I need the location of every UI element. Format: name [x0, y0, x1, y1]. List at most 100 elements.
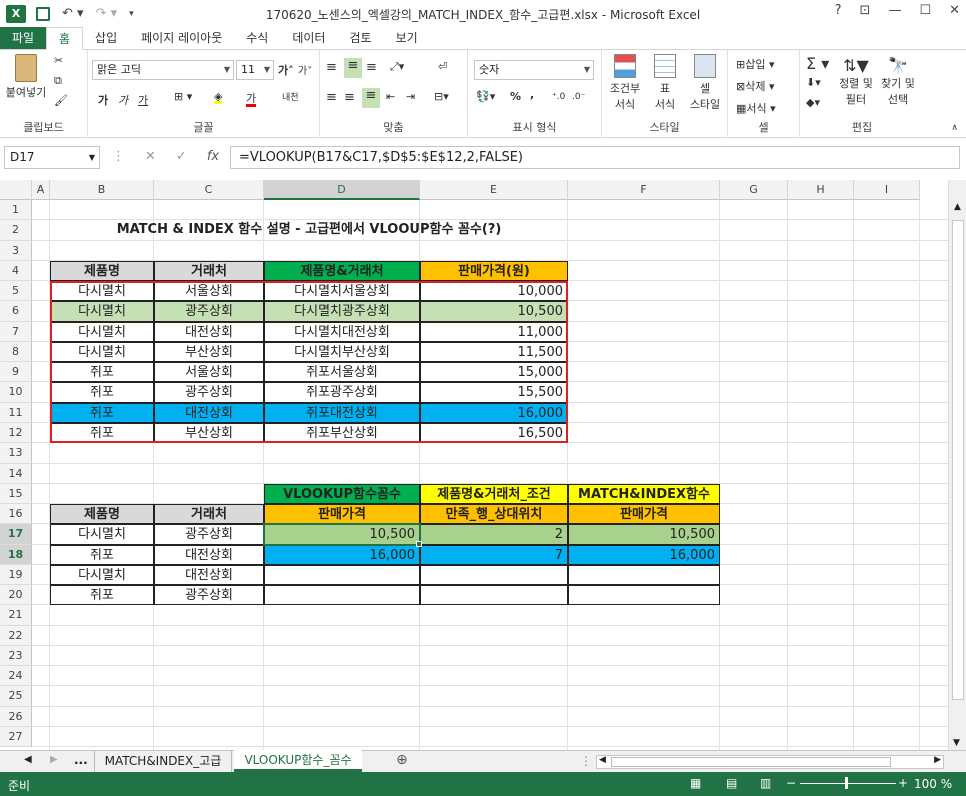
italic-button[interactable]: 가: [118, 92, 128, 108]
hscroll-thumb[interactable]: [611, 757, 891, 767]
fill-handle[interactable]: [416, 540, 422, 547]
ribbon-display-icon[interactable]: ⊡: [860, 3, 871, 18]
table1-cell[interactable]: 쥐포: [50, 422, 154, 444]
page-layout-view-icon[interactable]: ▤: [726, 776, 737, 790]
table2-header[interactable]: 판매가격: [264, 504, 420, 525]
accounting-icon[interactable]: 💱▾: [476, 90, 495, 103]
tab-data[interactable]: 데이터: [280, 27, 337, 49]
row-header-24[interactable]: 24: [0, 666, 32, 687]
font-size-combo[interactable]: 11 ▼: [236, 60, 274, 80]
name-box[interactable]: D17 ▼: [4, 146, 100, 169]
table2-cell[interactable]: 쥐포: [50, 585, 154, 606]
table1-cell[interactable]: 쥐포: [50, 382, 154, 403]
table2-cell[interactable]: 광주상회: [154, 585, 264, 606]
table2-cell[interactable]: [568, 564, 720, 586]
zoom-slider-thumb[interactable]: [845, 777, 848, 789]
minimize-button[interactable]: —: [888, 3, 901, 18]
table2-header[interactable]: 만족_행_상대위치: [420, 504, 568, 525]
help-button[interactable]: ?: [835, 3, 842, 18]
table1-cell[interactable]: 쥐포광주상회: [264, 382, 420, 403]
underline-button[interactable]: 가: [138, 92, 148, 108]
table1-cell[interactable]: 쥐포부산상회: [264, 422, 420, 444]
autosum-icon[interactable]: Σ ▾: [806, 54, 829, 73]
format-painter-icon[interactable]: 🖌: [54, 94, 68, 107]
tab-page-layout[interactable]: 페이지 레이아웃: [129, 27, 234, 49]
table1-cell[interactable]: 쥐포서울상회: [264, 362, 420, 383]
delete-cells-button[interactable]: ⊠삭제 ▾: [736, 78, 775, 94]
table2-header[interactable]: 제품명: [50, 504, 154, 525]
table2-cell[interactable]: 다시멸치: [50, 564, 154, 586]
tab-insert[interactable]: 삽입: [83, 27, 129, 49]
column-header-b[interactable]: B: [50, 180, 154, 200]
select-all-corner[interactable]: [0, 180, 32, 200]
font-color-icon[interactable]: 가: [246, 90, 257, 107]
column-header-f[interactable]: F: [568, 180, 720, 200]
table2-cell[interactable]: 대전상회: [154, 544, 264, 565]
table1-header[interactable]: 판매가격(원): [420, 260, 568, 282]
normal-view-icon[interactable]: ▦: [690, 776, 701, 790]
table2-header[interactable]: 거래처: [154, 504, 264, 525]
table1-cell[interactable]: 11,000: [420, 321, 568, 342]
table2-cell[interactable]: 16,000: [264, 544, 420, 565]
wrap-text-icon[interactable]: ⏎: [438, 60, 447, 73]
tab-view[interactable]: 보기: [384, 27, 430, 49]
table1-cell[interactable]: 다시멸치대전상회: [264, 321, 420, 342]
zoom-level[interactable]: 100 %: [914, 777, 952, 791]
table1-cell[interactable]: 쥐포: [50, 402, 154, 423]
row-header-8[interactable]: 8: [0, 341, 32, 363]
tab-home[interactable]: 홈: [46, 27, 84, 50]
table2-top-header[interactable]: 제품명&거래처_조건: [420, 483, 568, 505]
worksheet-grid[interactable]: ABCDEFGHI 1 2 3 4 5 6 7 8 9 10 11 12 13 14 15 16 17 18 19 2…: [0, 180, 948, 750]
row-header-15[interactable]: 15: [0, 483, 32, 505]
table2-top-header[interactable]: VLOOKUP함수꼼수: [264, 483, 420, 505]
conditional-format-button[interactable]: 조건부 서식: [606, 54, 644, 112]
table1-cell[interactable]: 16,000: [420, 402, 568, 423]
row-header-2[interactable]: 2: [0, 220, 32, 241]
column-header-a[interactable]: A: [32, 180, 50, 200]
undo-icon[interactable]: ↶ ▾: [62, 6, 84, 21]
align-top-icon[interactable]: ≡: [326, 60, 337, 75]
scroll-right-icon[interactable]: ▶: [934, 755, 941, 765]
increase-indent-icon[interactable]: ⇥: [406, 90, 415, 103]
add-sheet-icon[interactable]: ⊕: [396, 752, 408, 768]
row-header-12[interactable]: 12: [0, 422, 32, 444]
table2-cell[interactable]: 대전상회: [154, 564, 264, 586]
zoom-out-icon[interactable]: −: [786, 776, 796, 790]
comma-button[interactable]: ,: [530, 88, 534, 101]
scroll-down-icon[interactable]: ▼: [953, 738, 960, 748]
table1-header[interactable]: 거래처: [154, 260, 264, 282]
percent-button[interactable]: %: [510, 90, 521, 103]
table2-cell[interactable]: 2: [420, 524, 568, 545]
table2-cell[interactable]: 16,000: [568, 544, 720, 565]
table1-cell[interactable]: 서울상회: [154, 281, 264, 302]
number-format-combo[interactable]: 숫자 ▼: [474, 60, 594, 80]
shrink-font-button[interactable]: 가˅: [298, 62, 312, 77]
table1-header[interactable]: 제품명: [50, 260, 154, 282]
table1-cell[interactable]: 부산상회: [154, 341, 264, 363]
column-header-c[interactable]: C: [154, 180, 264, 200]
row-header-23[interactable]: 23: [0, 645, 32, 667]
table2-top-header[interactable]: MATCH&INDEX함수: [568, 483, 720, 505]
table1-cell[interactable]: 광주상회: [154, 301, 264, 322]
table2-header[interactable]: 판매가격: [568, 504, 720, 525]
row-header-20[interactable]: 20: [0, 585, 32, 606]
tab-file[interactable]: 파일: [0, 27, 46, 49]
grow-font-button[interactable]: 가˄: [278, 62, 294, 78]
tab-review[interactable]: 검토: [337, 27, 383, 49]
cell-styles-button[interactable]: 셀 스타일: [686, 54, 724, 112]
scroll-up-icon[interactable]: ▲: [949, 202, 966, 212]
row-header-10[interactable]: 10: [0, 382, 32, 403]
table1-cell[interactable]: 15,000: [420, 362, 568, 383]
table2-cell[interactable]: [420, 585, 568, 606]
row-header-3[interactable]: 3: [0, 240, 32, 261]
sheet-tab-match-index[interactable]: MATCH&INDEX_고급: [94, 751, 232, 773]
column-header-e[interactable]: E: [420, 180, 568, 200]
formula-input[interactable]: =VLOOKUP(B17&C17,$D$5:$E$12,2,FALSE): [230, 146, 960, 169]
align-right-icon[interactable]: ≡: [362, 88, 380, 108]
more-sheets-button[interactable]: ...: [74, 753, 88, 767]
redo-icon[interactable]: ↷ ▾: [96, 6, 118, 21]
row-header-11[interactable]: 11: [0, 402, 32, 423]
table1-cell[interactable]: 10,000: [420, 281, 568, 302]
table2-cell[interactable]: [264, 585, 420, 606]
customize-qat-icon[interactable]: ▾: [129, 9, 134, 19]
